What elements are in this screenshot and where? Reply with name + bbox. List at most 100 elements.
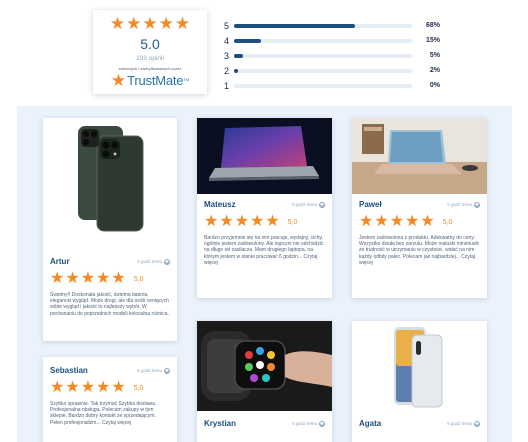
star-icon: ★ bbox=[50, 270, 65, 287]
verified-icon bbox=[319, 201, 325, 208]
distribution-stars: 2 bbox=[224, 65, 230, 76]
review-time: 6 godz temu bbox=[292, 201, 325, 208]
review-product-image bbox=[43, 118, 177, 251]
star-icon: ★ bbox=[50, 379, 65, 396]
star-icon: ★ bbox=[389, 213, 405, 230]
laptop-desk-image bbox=[352, 118, 487, 194]
distribution-stars: 3 bbox=[224, 50, 230, 61]
distribution-track bbox=[234, 68, 412, 73]
review-score: 5,0 bbox=[442, 218, 453, 226]
star-icon: ★ bbox=[204, 213, 219, 230]
review-card[interactable]: Paweł 6 godz temu ★ ★ ★ ★ ★ 5,0 Jestem zadow… bbox=[352, 118, 487, 298]
review-stars: ★ ★ ★ ★ ★ bbox=[359, 214, 435, 230]
apple-watch-image bbox=[197, 321, 332, 411]
distribution-row-3[interactable]: 3 5% bbox=[224, 48, 440, 63]
distribution-row-5[interactable]: 5 68% bbox=[224, 18, 440, 33]
distribution-row-4[interactable]: 4 15% bbox=[224, 33, 440, 48]
star-icon: ★ bbox=[420, 213, 435, 230]
review-time-text: 6 godz temu bbox=[137, 259, 162, 264]
star-icon: ★ bbox=[126, 14, 142, 33]
macbook-image bbox=[209, 126, 319, 181]
star-icon: ★ bbox=[359, 213, 374, 230]
star-icon: ★ bbox=[265, 213, 280, 230]
star-icon: ★ bbox=[65, 379, 80, 396]
review-text: Bardzo przyjemnie się na nim pracuje, wy… bbox=[204, 235, 324, 266]
reviewer-name: Krystian bbox=[204, 419, 237, 428]
distribution-row-1[interactable]: 1 0% bbox=[224, 78, 440, 93]
review-rating: ★ ★ ★ ★ ★ 5,0 bbox=[352, 214, 487, 230]
distribution-track bbox=[234, 53, 412, 58]
review-text: Szybko sprawnie. Tak trzymać Szybka dost… bbox=[50, 401, 157, 426]
summary-score: 5.0 bbox=[140, 36, 160, 52]
distribution-percent: 2% bbox=[429, 67, 440, 74]
rating-distribution: 5 68% 4 15% 3 5% 2 2% 1 0% bbox=[224, 18, 440, 93]
review-time-text: 6 godz temu bbox=[137, 368, 162, 373]
distribution-row-2[interactable]: 2 2% bbox=[224, 63, 440, 78]
review-time: 6 godz temu bbox=[137, 258, 170, 265]
star-icon: ★ bbox=[80, 379, 96, 396]
review-rating: ★ ★ ★ ★ ★ 5,0 bbox=[197, 214, 332, 230]
distribution-fill bbox=[234, 38, 261, 43]
distribution-stars: 4 bbox=[224, 35, 230, 46]
star-icon: ★ bbox=[158, 14, 174, 33]
distribution-track bbox=[234, 23, 412, 28]
review-product-image bbox=[197, 118, 332, 194]
star-icon: ★ bbox=[109, 14, 126, 33]
review-time: 6 godz temu bbox=[292, 420, 325, 427]
brand-name: TrustMate bbox=[127, 73, 184, 88]
trustmate-star-icon: ★ bbox=[110, 71, 127, 90]
review-header: Sebastian 6 godz temu bbox=[43, 366, 177, 375]
star-icon: ★ bbox=[80, 270, 96, 287]
star-icon: ★ bbox=[234, 213, 250, 230]
verified-icon bbox=[319, 420, 325, 427]
reviewer-name: Agata bbox=[359, 419, 382, 428]
summary-review-count[interactable]: 193 opinii bbox=[93, 55, 207, 62]
review-rating: ★ ★ ★ ★ ★ 5,0 bbox=[43, 380, 177, 396]
review-header: Krystian 6 godz temu bbox=[197, 419, 332, 428]
review-header: Mateusz 6 godz temu bbox=[197, 200, 332, 209]
review-time-text: 6 godz temu bbox=[447, 202, 472, 207]
review-header: Agata 6 godz temu bbox=[352, 419, 487, 428]
reviewer-name: Sebastian bbox=[50, 366, 88, 375]
star-icon: ★ bbox=[96, 379, 111, 396]
review-product-image bbox=[352, 321, 487, 411]
review-card[interactable]: Agata 6 godz temu bbox=[352, 321, 487, 442]
verified-icon bbox=[164, 258, 170, 265]
summary-stars: ★ ★ ★ ★ ★ bbox=[93, 15, 207, 32]
review-stars: ★ ★ ★ ★ ★ bbox=[50, 380, 126, 396]
review-score: 5,0 bbox=[133, 275, 144, 283]
star-icon: ★ bbox=[174, 14, 191, 33]
brand-trademark: TM bbox=[183, 77, 190, 82]
review-text: Świetny!! Doskonała jakość, świetna bate… bbox=[50, 292, 169, 317]
review-time-text: 6 godz temu bbox=[292, 202, 317, 207]
review-time: 6 godz temu bbox=[137, 367, 170, 374]
review-time-text: 6 godz temu bbox=[447, 421, 472, 426]
star-icon: ★ bbox=[250, 213, 265, 230]
reviewer-name: Paweł bbox=[359, 200, 382, 209]
star-icon: ★ bbox=[219, 213, 234, 230]
distribution-fill bbox=[234, 23, 356, 28]
star-icon: ★ bbox=[96, 270, 111, 287]
review-card[interactable]: Artur 6 godz temu ★ ★ ★ ★ ★ 5,0 Świetny!! Do… bbox=[43, 118, 177, 341]
verified-icon bbox=[164, 367, 170, 374]
review-card[interactable]: Krystian 6 godz temu bbox=[197, 321, 332, 442]
review-text: Jestem zadowolona z produktu. Adekwatny … bbox=[359, 235, 480, 266]
review-stars: ★ ★ ★ ★ ★ bbox=[204, 214, 280, 230]
verified-icon bbox=[474, 201, 480, 208]
star-icon: ★ bbox=[374, 213, 389, 230]
star-icon: ★ bbox=[111, 379, 126, 396]
star-icon: ★ bbox=[142, 14, 158, 33]
distribution-fill bbox=[234, 68, 238, 73]
star-icon: ★ bbox=[405, 213, 420, 230]
review-card[interactable]: Sebastian 6 godz temu ★ ★ ★ ★ ★ 5,0 Szybko s… bbox=[43, 357, 177, 442]
review-time-text: 6 godz temu bbox=[292, 421, 317, 426]
review-product-image bbox=[197, 321, 332, 411]
review-card[interactable]: Mateusz 6 godz temu ★ ★ ★ ★ ★ 5,0 Bardzo prz… bbox=[197, 118, 332, 298]
review-rating: ★ ★ ★ ★ ★ 5,0 bbox=[43, 271, 177, 287]
distribution-stars: 1 bbox=[224, 80, 230, 91]
distribution-fill bbox=[234, 53, 243, 58]
distribution-percent: 68% bbox=[425, 22, 440, 29]
trustmate-logo[interactable]: ★ TrustMate TM bbox=[93, 72, 207, 89]
summary-card: ★ ★ ★ ★ ★ 5.0 193 opinii zebranych i zwe… bbox=[93, 10, 207, 94]
review-score: 5,0 bbox=[287, 218, 298, 226]
